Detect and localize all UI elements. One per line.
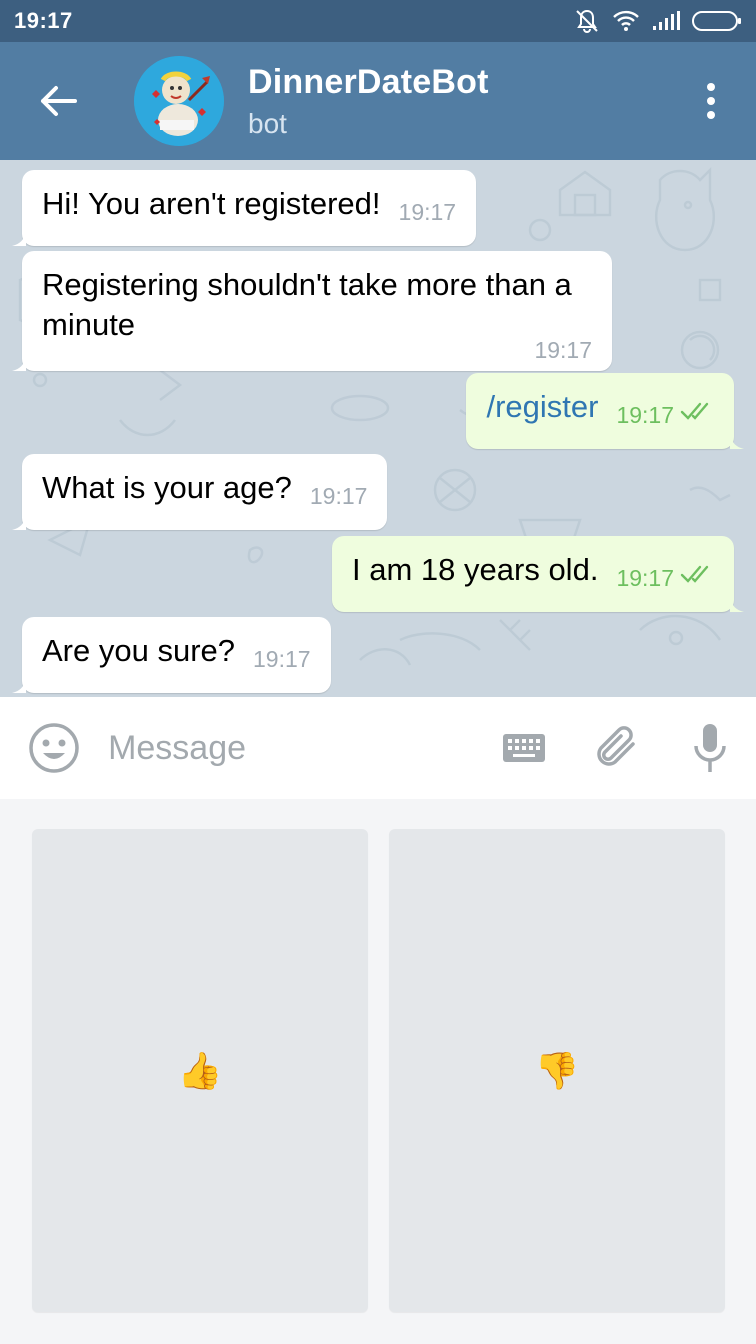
back-arrow-icon — [41, 86, 77, 116]
chat-header: DinnerDateBot bot — [0, 42, 756, 160]
message-time: 19:17 — [616, 565, 674, 591]
outgoing-message[interactable]: /register 19:17 — [466, 373, 744, 449]
thumbs-up-icon: 👍 — [177, 1049, 223, 1091]
bubble-tail — [730, 598, 744, 612]
wifi-icon — [613, 10, 639, 31]
thumbs-up-reply-button[interactable]: 👍 — [32, 829, 368, 1312]
status-bar: 19:17 — [0, 0, 756, 42]
more-vertical-icon — [707, 83, 715, 119]
incoming-message[interactable]: What is your age? 19:17 — [12, 454, 388, 530]
bubble-tail — [12, 232, 26, 246]
paperclip-icon — [597, 726, 635, 766]
chat-subtitle: bot — [248, 107, 287, 139]
incoming-message[interactable]: Are you sure? 19:17 — [12, 617, 331, 693]
bot-reply-keyboard: 👍 👎 — [0, 799, 756, 1344]
keyboard-icon — [503, 734, 546, 762]
message-text: Registering shouldn't take more than a m… — [42, 267, 572, 342]
bot-avatar[interactable] — [134, 56, 224, 146]
message-text: I am 18 years old. — [352, 552, 599, 587]
chat-area[interactable]: Hi! You aren't registered! 19:17 Register… — [0, 160, 756, 697]
bubble-tail — [12, 679, 26, 693]
message-input-bar — [0, 697, 756, 799]
outgoing-message[interactable]: I am 18 years old. 19:17 — [332, 536, 744, 612]
status-icons — [574, 8, 742, 34]
command-link[interactable]: /register — [486, 389, 598, 424]
read-checks-icon — [680, 402, 709, 420]
mute-bell-icon — [576, 9, 598, 33]
microphone-icon — [693, 724, 726, 772]
message-time: 19:17 — [616, 402, 674, 428]
battery-icon — [692, 11, 741, 31]
message-input[interactable] — [108, 728, 449, 768]
message-text: What is your age? — [42, 470, 292, 505]
message-time: 19:17 — [534, 337, 592, 363]
thumbs-down-icon: 👎 — [534, 1049, 580, 1091]
status-time: 19:17 — [14, 8, 73, 33]
bubble-tail — [730, 435, 744, 449]
read-checks-icon — [680, 565, 709, 583]
emoji-button[interactable] — [0, 697, 108, 799]
incoming-message[interactable]: Hi! You aren't registered! 19:17 — [12, 170, 477, 246]
bubble-tail — [12, 357, 26, 371]
bot-keyboard-toggle-button[interactable] — [478, 697, 571, 799]
signal-icon — [653, 11, 680, 30]
incoming-message[interactable]: Registering shouldn't take more than a m… — [12, 251, 612, 371]
voice-record-button[interactable] — [663, 697, 756, 799]
message-time: 19:17 — [253, 646, 311, 672]
cupid-avatar-icon — [134, 56, 224, 146]
chat-title-block[interactable]: DinnerDateBot bot — [248, 63, 489, 140]
message-text: Hi! You aren't registered! — [42, 186, 381, 221]
message-time: 19:17 — [398, 199, 457, 225]
thumbs-down-reply-button[interactable]: 👎 — [389, 829, 725, 1312]
message-time: 19:17 — [309, 483, 368, 509]
message-text: Are you sure? — [42, 633, 235, 668]
attach-button[interactable] — [571, 697, 664, 799]
chat-title: DinnerDateBot — [248, 62, 489, 101]
bubble-tail — [12, 516, 26, 530]
smiley-icon — [29, 723, 79, 773]
back-button[interactable] — [0, 42, 116, 160]
more-menu-button[interactable] — [666, 42, 756, 160]
